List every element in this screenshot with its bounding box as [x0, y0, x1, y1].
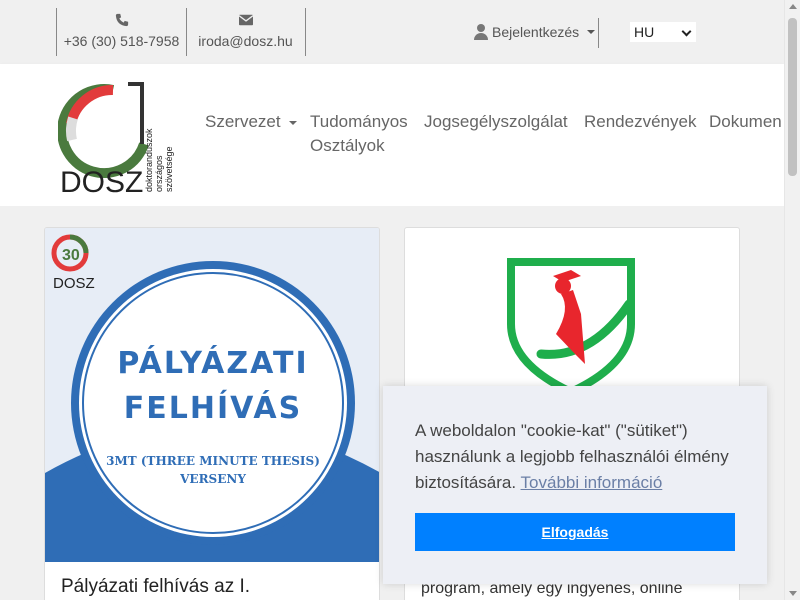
- user-icon: [474, 24, 488, 40]
- scroll-up-icon[interactable]: [789, 4, 797, 9]
- hero-sub-1: 3MT (THREE MINUTE THESIS): [106, 454, 320, 468]
- news-card[interactable]: 30 DOSZ PÁLYÁZATI FELHÍVÁS 3MT (THREE MI…: [44, 227, 380, 600]
- hero-title-1: PÁLYÁZATI: [117, 345, 308, 381]
- scroll-down-icon[interactable]: [789, 591, 797, 596]
- cookie-message: A weboldalon "cookie-kat" ("sütiket") ha…: [415, 421, 729, 492]
- chevron-down-icon: [681, 26, 692, 37]
- site-logo[interactable]: DOSZ doktoranduszok országos szövetsége: [57, 80, 186, 199]
- phone-number[interactable]: +36 (30) 518-7958: [57, 33, 186, 49]
- caret-down-icon: [587, 30, 596, 34]
- site-header: DOSZ doktoranduszok országos szövetsége …: [0, 64, 784, 206]
- cookie-banner: A weboldalon "cookie-kat" ("sütiket") ha…: [383, 386, 767, 584]
- email-address[interactable]: iroda@dosz.hu: [186, 33, 305, 49]
- caret-down-icon: [288, 120, 297, 125]
- language-select[interactable]: HU: [630, 22, 696, 42]
- language-value: HU: [634, 24, 655, 40]
- cookie-accept-button[interactable]: Elfogadás: [415, 513, 735, 551]
- email-contact[interactable]: iroda@dosz.hu: [186, 8, 306, 56]
- scroll-thumb[interactable]: [788, 18, 797, 176]
- phone-contact[interactable]: +36 (30) 518-7958: [56, 8, 187, 56]
- top-bar: +36 (30) 518-7958 iroda@dosz.hu Bejelent…: [0, 0, 784, 64]
- nav-item-dokumentumok[interactable]: Dokumen: [709, 112, 782, 132]
- page-scrollbar[interactable]: [784, 0, 800, 600]
- card-hero-image: 30 DOSZ PÁLYÁZATI FELHÍVÁS 3MT (THREE MI…: [45, 228, 379, 562]
- card-title[interactable]: Pályázati felhívás az I.: [61, 576, 250, 598]
- logo-tagline-2: országos: [154, 155, 164, 192]
- nav-item-osztalyok[interactable]: Osztályok: [310, 136, 385, 156]
- cookie-more-info-link[interactable]: További információ: [521, 473, 663, 492]
- hero-badge: 30: [62, 247, 80, 264]
- nav-item-rendezvenyek[interactable]: Rendezvények: [584, 112, 696, 132]
- login-dropdown[interactable]: Bejelentkezés: [474, 22, 596, 42]
- topbar-divider: [598, 18, 599, 48]
- nav-item-szervezet[interactable]: Szervezet: [205, 112, 297, 132]
- hero-logo-text: DOSZ: [53, 275, 95, 292]
- hero-title-2: FELHÍVÁS: [124, 390, 302, 426]
- logo-tagline-1: doktoranduszok: [144, 128, 154, 192]
- nav-item-tudomanyos[interactable]: Tudományos: [310, 112, 408, 132]
- envelope-icon: [186, 13, 305, 29]
- nav-item-jogsegelyszolgalat[interactable]: Jogsegélyszolgálat: [424, 112, 568, 132]
- phone-icon: [57, 13, 186, 30]
- login-label: Bejelentkezés: [492, 24, 580, 40]
- logo-wordmark: DOSZ: [60, 166, 143, 196]
- shield-logo-icon: [507, 258, 635, 394]
- logo-tagline-3: szövetsége: [164, 146, 174, 192]
- hero-sub-2: VERSENY: [179, 472, 246, 486]
